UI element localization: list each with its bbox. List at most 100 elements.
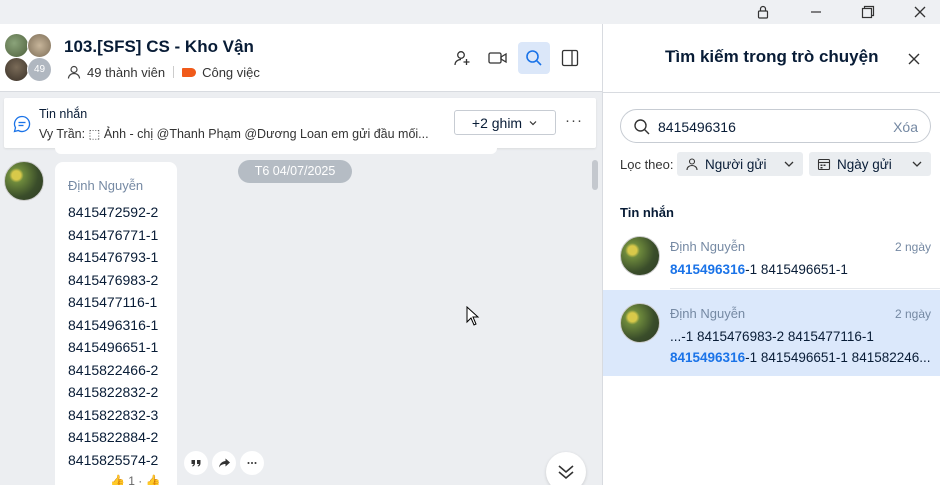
more-pins-label: +2 ghim xyxy=(471,114,523,131)
more-icon xyxy=(247,462,257,464)
message-line: 8415822832-3 xyxy=(68,406,159,423)
mouse-cursor-icon xyxy=(466,306,480,326)
filter-date-dropdown[interactable]: Ngày gửi xyxy=(809,152,931,176)
chevron-down-icon xyxy=(529,120,537,125)
divider xyxy=(173,66,175,78)
forward-icon xyxy=(218,458,230,468)
close-icon xyxy=(914,6,926,18)
message-line: 8415825574-2 xyxy=(68,451,159,468)
scroll-to-bottom-button[interactable] xyxy=(546,452,586,485)
filter-sender-label: Người gửi xyxy=(705,156,767,172)
previous-message-edge xyxy=(55,148,497,154)
toggle-sidebar-button[interactable] xyxy=(554,42,586,74)
result-sender: Định Nguyễn xyxy=(670,306,746,321)
message-more-button[interactable] xyxy=(240,451,264,475)
avatar xyxy=(620,236,660,276)
message-text: 8415472592-2 8415476771-1 8415476793-1 8… xyxy=(68,201,158,471)
member-avatar xyxy=(4,33,29,58)
chat-subtitle: 49 thành viên Công việc xyxy=(66,64,260,80)
pinned-title: Tin nhắn xyxy=(39,107,88,121)
lock-icon[interactable] xyxy=(743,0,783,24)
result-time: 2 ngày xyxy=(894,240,931,254)
reaction-summary[interactable]: 👍 1 · 👍 xyxy=(110,474,161,485)
member-icon xyxy=(67,65,81,79)
search-button[interactable] xyxy=(518,42,550,74)
calendar-icon xyxy=(817,158,831,171)
result-snippet-text: -1 8415496651-1 xyxy=(745,262,848,277)
more-pins-button[interactable]: +2 ghim xyxy=(454,110,556,135)
search-icon xyxy=(634,119,650,135)
quote-icon xyxy=(191,460,201,467)
result-snippet: 8415496316-1 8415496651-1 xyxy=(670,262,932,277)
minimize-button[interactable] xyxy=(796,0,836,24)
title-bar xyxy=(0,0,940,24)
close-search-button[interactable] xyxy=(903,48,925,70)
video-call-button[interactable] xyxy=(482,42,514,74)
message-sender: Định Nguyễn xyxy=(68,178,144,193)
filter-row: Lọc theo: Người gửi Ngày gửi xyxy=(620,152,936,176)
message-bubble[interactable]: Định Nguyễn 8415472592-2 8415476771-1 84… xyxy=(55,162,177,485)
date-separator: T6 04/07/2025 xyxy=(238,160,352,183)
quote-button[interactable] xyxy=(184,451,208,475)
person-icon xyxy=(686,158,698,171)
chat-title[interactable]: 103.[SFS] CS - Kho Vận xyxy=(64,37,254,57)
message-line: 8415472592-2 xyxy=(68,204,159,220)
search-panel: Tìm kiếm trong trò chuyện 8415496316 Xóa… xyxy=(602,24,940,485)
member-count-badge: 49 xyxy=(27,57,52,82)
forward-button[interactable] xyxy=(212,451,236,475)
message-line: 8415476793-1 xyxy=(68,249,159,265)
member-count[interactable]: 49 thành viên xyxy=(87,65,165,80)
clear-search-button[interactable]: Xóa xyxy=(893,119,918,135)
add-member-button[interactable] xyxy=(446,42,478,74)
message-line: 8415822832-2 xyxy=(68,384,159,400)
result-highlight: 8415496316 xyxy=(670,350,746,365)
search-icon xyxy=(526,50,542,66)
message-line: 8415496651-1 xyxy=(68,339,159,355)
results-section-title: Tin nhắn xyxy=(620,205,674,220)
search-panel-title: Tìm kiếm trong trò chuyện xyxy=(665,47,879,66)
search-result-item[interactable]: Định Nguyễn 2 ngày 8415496316-1 84154966… xyxy=(603,226,940,288)
search-result-item-selected[interactable]: Định Nguyễn 2 ngày ...-1 8415476983-2 84… xyxy=(603,290,940,376)
sender-avatar[interactable] xyxy=(4,161,44,201)
pinned-more-button[interactable]: ··· xyxy=(562,112,586,134)
chat-pane: 49 103.[SFS] CS - Kho Vận 49 thành viên … xyxy=(0,24,602,485)
message-bubble-icon xyxy=(13,115,31,133)
result-snippet: ...-1 8415476983-2 8415477116-1 xyxy=(670,329,874,344)
result-snippet-text: -1 8415496651-1 841582246... xyxy=(745,350,931,365)
member-avatar xyxy=(27,33,52,58)
member-avatar xyxy=(4,57,29,82)
result-highlight: 8415496316 xyxy=(670,262,746,277)
pinned-message-bar[interactable]: Tin nhắn Vy Trần: ⬚ Ảnh - chị @Thanh Phạ… xyxy=(4,98,596,148)
search-input[interactable]: 8415496316 Xóa xyxy=(620,109,931,143)
restore-button[interactable] xyxy=(848,0,888,24)
result-sender: Định Nguyễn xyxy=(670,239,746,254)
chat-header: 49 103.[SFS] CS - Kho Vận 49 thành viên … xyxy=(0,24,602,92)
search-query[interactable]: 8415496316 xyxy=(658,119,736,135)
message-line: 8415477116-1 xyxy=(68,294,158,310)
filter-sender-dropdown[interactable]: Người gửi xyxy=(677,152,803,176)
message-line: 8415476771-1 xyxy=(68,226,159,243)
chat-label[interactable]: Công việc xyxy=(202,65,260,80)
message-line: 8415822466-2 xyxy=(68,361,159,378)
chevron-down-icon xyxy=(784,161,794,167)
filter-label: Lọc theo: xyxy=(620,157,674,172)
scrollbar-thumb[interactable] xyxy=(592,160,598,190)
divider xyxy=(603,92,940,93)
label-tag-icon xyxy=(182,67,197,77)
divider xyxy=(670,288,940,289)
result-snippet: 8415496316-1 8415496651-1 841582246... xyxy=(670,350,932,365)
double-chevron-down-icon xyxy=(558,465,574,480)
chevron-down-icon xyxy=(912,161,922,167)
filter-date-label: Ngày gửi xyxy=(837,156,892,172)
message-line: 8415822884-2 xyxy=(68,429,159,445)
avatar xyxy=(620,303,660,343)
close-window-button[interactable] xyxy=(900,0,940,24)
pinned-preview: Vy Trần: ⬚ Ảnh - chị @Thanh Phạm @Dương … xyxy=(39,127,429,141)
group-avatar[interactable]: 49 xyxy=(4,33,56,85)
minimize-icon xyxy=(811,11,821,13)
close-icon xyxy=(908,53,920,65)
add-user-icon xyxy=(454,51,470,66)
video-icon xyxy=(488,52,507,64)
message-line: 8415476983-2 xyxy=(68,271,159,288)
restore-icon xyxy=(861,5,875,19)
